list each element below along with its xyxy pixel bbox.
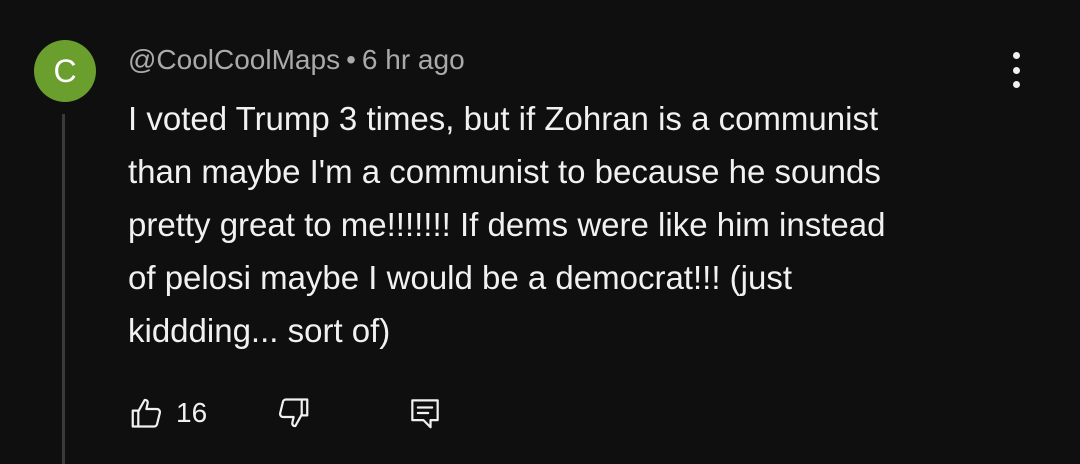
- comment-header: @CoolCoolMaps • 6 hr ago: [128, 44, 465, 76]
- reply-comment-icon: [406, 394, 444, 432]
- author-handle[interactable]: @CoolCoolMaps: [128, 44, 340, 75]
- more-vertical-icon[interactable]: [1004, 52, 1028, 88]
- avatar[interactable]: C: [34, 40, 96, 102]
- avatar-letter: C: [53, 52, 77, 89]
- comment-text: I voted Trump 3 times, but if Zohran is …: [128, 92, 1028, 357]
- menu-dot: [1012, 66, 1020, 74]
- thumbs-down-icon: [274, 394, 312, 432]
- dislike-button[interactable]: [274, 394, 312, 432]
- comment-text-line: I voted Trump 3 times, but if Zohran is …: [128, 100, 879, 137]
- comment-text-line: of pelosi maybe I would be a democrat!!!…: [128, 259, 792, 296]
- comment-text-line: pretty great to me!!!!!!! If dems were l…: [128, 206, 886, 243]
- menu-dot: [1012, 52, 1020, 59]
- header-separator: •: [346, 44, 356, 75]
- timestamp[interactable]: 6 hr ago: [362, 44, 465, 75]
- reply-button[interactable]: [406, 394, 444, 432]
- like-count: 16: [176, 397, 208, 428]
- menu-dot: [1012, 81, 1020, 88]
- like-button[interactable]: 16: [128, 394, 207, 432]
- comment-card: C @CoolCoolMaps • 6 hr ago I voted Trump 3…: [0, 0, 1080, 464]
- thread-line: [62, 114, 65, 464]
- comment-text-line: than maybe I'm a communist to because he…: [128, 153, 881, 190]
- thumbs-up-icon: [128, 394, 166, 432]
- comment-text-line: kiddding... sort of): [128, 312, 391, 349]
